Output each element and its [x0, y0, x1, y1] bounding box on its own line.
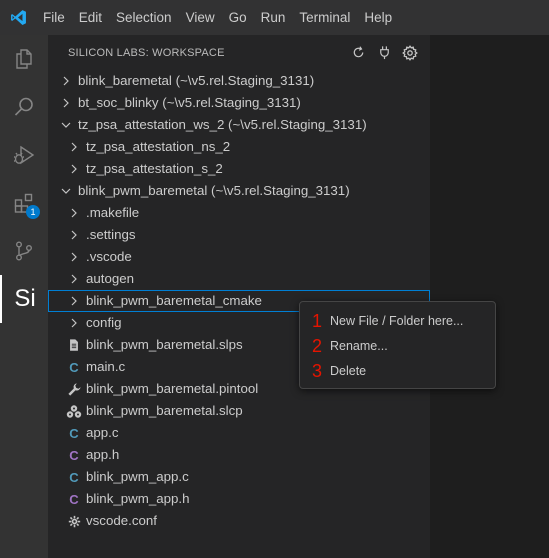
tree-folder-row[interactable]: blink_pwm_baremetal (~\v5.rel.Staging_31… [48, 180, 430, 202]
tree-file-row[interactable]: Capp.c [48, 422, 430, 444]
menu-edit[interactable]: Edit [72, 0, 109, 35]
menu-item-label: Rename... [330, 338, 388, 353]
menu-delete[interactable]: 3 Delete [300, 358, 495, 383]
sidebar: SILICON LABS: WORKSPACE blink_baremetal … [48, 35, 430, 558]
c-file-icon: C [69, 469, 79, 485]
tree-item-label: blink_baremetal (~\v5.rel.Staging_3131) [78, 73, 315, 88]
menu-go[interactable]: Go [222, 0, 254, 35]
tree-item-label: tz_psa_attestation_s_2 [86, 161, 223, 176]
annotation-number: 2 [312, 335, 323, 356]
menu-file[interactable]: File [36, 0, 72, 35]
tree-file-row[interactable]: blink_pwm_baremetal.slcp [48, 400, 430, 422]
tree-item-label: blink_pwm_baremetal_cmake [86, 293, 262, 308]
tree-file-row[interactable]: vscode.conf [48, 510, 430, 532]
context-menu: 1 New File / Folder here... 2 Rename... … [299, 301, 496, 389]
chevron-right-icon[interactable] [66, 202, 82, 224]
tree-item-label: tz_psa_attestation_ws_2 (~\v5.rel.Stagin… [78, 117, 367, 132]
title-bar: File Edit Selection View Go Run Terminal… [0, 0, 549, 35]
tree-item-label: main.c [86, 359, 126, 374]
editor-area [430, 35, 549, 558]
source-control-icon[interactable] [0, 227, 48, 275]
menu-item-label: New File / Folder here... [330, 313, 464, 328]
activity-bar: 1 Si [0, 35, 48, 558]
refresh-icon[interactable] [350, 45, 366, 61]
menu-item-label: Delete [330, 363, 367, 378]
chevron-right-icon[interactable] [66, 136, 82, 158]
tree-folder-row[interactable]: .vscode [48, 246, 430, 268]
tree-folder-row[interactable]: blink_baremetal (~\v5.rel.Staging_3131) [48, 70, 430, 92]
tree-item-label: blink_pwm_baremetal.slcp [86, 403, 243, 418]
tree-item-label: blink_pwm_app.h [86, 491, 190, 506]
c-file-icon: C [69, 359, 79, 375]
annotation-number: 3 [312, 360, 323, 381]
menu-selection[interactable]: Selection [109, 0, 179, 35]
tree-item-label: autogen [86, 271, 135, 286]
tree-folder-row[interactable]: .makefile [48, 202, 430, 224]
gear-file-icon [66, 510, 82, 532]
run-debug-icon[interactable] [0, 131, 48, 179]
chevron-right-icon[interactable] [66, 158, 82, 180]
vscode-logo-icon [0, 0, 36, 35]
menu-view[interactable]: View [179, 0, 222, 35]
tree-file-row[interactable]: Capp.h [48, 444, 430, 466]
gear-icon[interactable] [402, 44, 418, 61]
chevron-down-icon[interactable] [58, 180, 74, 202]
tree-folder-row[interactable]: tz_psa_attestation_s_2 [48, 158, 430, 180]
h-file-icon: C [69, 447, 79, 463]
tree-item-label: bt_soc_blinky (~\v5.rel.Staging_3131) [78, 95, 301, 110]
sidebar-header: SILICON LABS: WORKSPACE [48, 35, 430, 70]
menu-terminal[interactable]: Terminal [292, 0, 357, 35]
plug-icon[interactable] [376, 45, 392, 61]
h-file-icon: C [69, 491, 79, 507]
tree-item-label: vscode.conf [86, 513, 157, 528]
tree-item-label: blink_pwm_baremetal.slps [86, 337, 243, 352]
tree-folder-row[interactable]: .settings [48, 224, 430, 246]
tree-item-label: .makefile [86, 205, 140, 220]
chevron-right-icon[interactable] [66, 268, 82, 290]
tree-file-row[interactable]: Cblink_pwm_app.c [48, 466, 430, 488]
tree-folder-row[interactable]: bt_soc_blinky (~\v5.rel.Staging_3131) [48, 92, 430, 114]
search-icon[interactable] [0, 83, 48, 131]
c-file-icon: C [69, 425, 79, 441]
tree-item-label: app.h [86, 447, 120, 462]
chevron-right-icon[interactable] [66, 224, 82, 246]
tree-folder-row[interactable]: autogen [48, 268, 430, 290]
chevron-right-icon[interactable] [58, 92, 74, 114]
tree-item-label: blink_pwm_app.c [86, 469, 189, 484]
chevron-down-icon[interactable] [58, 114, 74, 136]
menu-new-file-folder[interactable]: 1 New File / Folder here... [300, 308, 495, 333]
tree-item-label: config [86, 315, 122, 330]
extensions-badge: 1 [26, 205, 40, 219]
extensions-icon[interactable]: 1 [0, 179, 48, 227]
file-icon [66, 334, 82, 356]
chevron-right-icon[interactable] [66, 290, 82, 312]
tree-item-label: app.c [86, 425, 119, 440]
tree-item-label: blink_pwm_baremetal (~\v5.rel.Staging_31… [78, 183, 350, 198]
components-icon [66, 400, 82, 422]
tree-folder-row[interactable]: tz_psa_attestation_ws_2 (~\v5.rel.Stagin… [48, 114, 430, 136]
sidebar-title: SILICON LABS: WORKSPACE [68, 46, 225, 59]
chevron-right-icon[interactable] [58, 70, 74, 92]
tree-item-label: tz_psa_attestation_ns_2 [86, 139, 231, 154]
tree-file-row[interactable]: Cblink_pwm_app.h [48, 488, 430, 510]
tree-item-label: .settings [86, 227, 136, 242]
tree-folder-row[interactable]: tz_psa_attestation_ns_2 [48, 136, 430, 158]
silicon-labs-icon[interactable]: Si [0, 275, 48, 323]
menu-run[interactable]: Run [254, 0, 293, 35]
menu-rename[interactable]: 2 Rename... [300, 333, 495, 358]
chevron-right-icon[interactable] [66, 312, 82, 334]
tree-item-label: .vscode [86, 249, 132, 264]
wrench-icon [66, 378, 82, 400]
explorer-icon[interactable] [0, 35, 48, 83]
chevron-right-icon[interactable] [66, 246, 82, 268]
tree-item-label: blink_pwm_baremetal.pintool [86, 381, 259, 396]
annotation-number: 1 [312, 310, 323, 331]
menu-help[interactable]: Help [357, 0, 399, 35]
